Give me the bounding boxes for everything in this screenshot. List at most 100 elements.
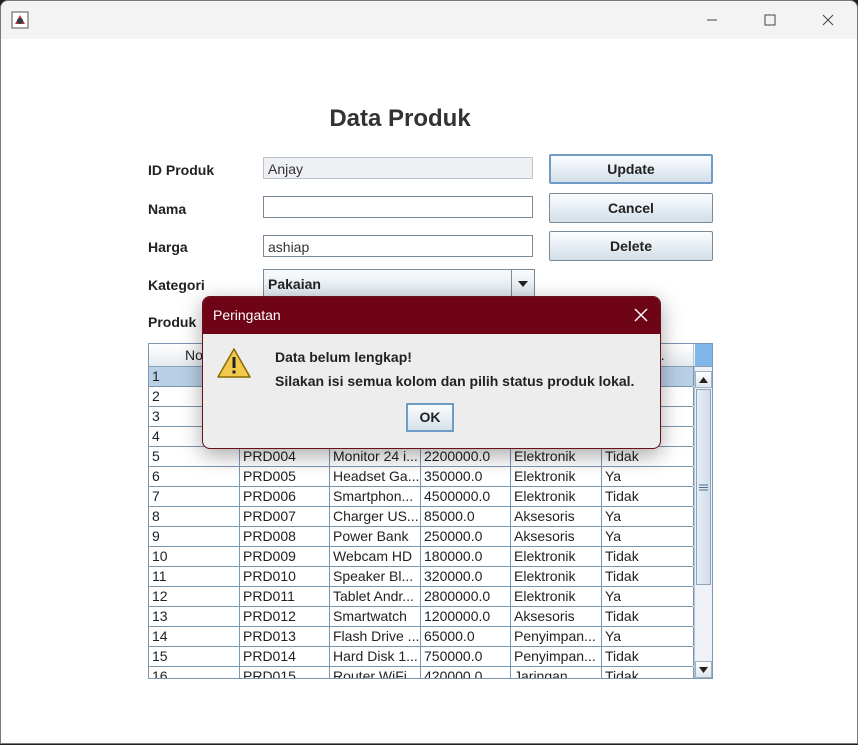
table-row[interactable]: 7 PRD006 Smartphon... 4500000.0 Elektronik Ti… bbox=[149, 487, 694, 507]
table-cell[interactable]: Elektronik bbox=[511, 587, 602, 606]
cancel-button[interactable]: Cancel bbox=[549, 193, 713, 223]
title-bar[interactable] bbox=[1, 1, 857, 39]
table-cell[interactable]: PRD007 bbox=[240, 507, 330, 526]
table-cell[interactable]: Penyimpan... bbox=[511, 647, 602, 666]
table-cell[interactable]: 4500000.0 bbox=[421, 487, 511, 506]
table-row[interactable]: 15 PRD014 Hard Disk 1... 750000.0 Penyimpan.… bbox=[149, 647, 694, 667]
table-cell[interactable]: 7 bbox=[149, 487, 240, 506]
table-cell[interactable]: 2200000.0 bbox=[421, 447, 511, 466]
table-cell[interactable]: 16 bbox=[149, 667, 240, 678]
table-cell[interactable]: Smartwatch bbox=[330, 607, 421, 626]
table-cell[interactable]: Ya bbox=[602, 627, 694, 646]
table-cell[interactable]: Webcam HD bbox=[330, 547, 421, 566]
table-cell[interactable]: 5 bbox=[149, 447, 240, 466]
table-cell[interactable]: Headset Ga... bbox=[330, 467, 421, 486]
table-cell[interactable]: PRD014 bbox=[240, 647, 330, 666]
table-cell[interactable]: Elektronik bbox=[511, 567, 602, 586]
table-cell[interactable]: Aksesoris bbox=[511, 607, 602, 626]
scroll-thumb[interactable] bbox=[696, 389, 711, 585]
table-cell[interactable]: 180000.0 bbox=[421, 547, 511, 566]
table-cell[interactable]: 11 bbox=[149, 567, 240, 586]
table-cell[interactable]: Flash Drive ... bbox=[330, 627, 421, 646]
table-cell[interactable]: Aksesoris bbox=[511, 527, 602, 546]
table-cell[interactable]: 12 bbox=[149, 587, 240, 606]
table-row[interactable]: 13 PRD012 Smartwatch 1200000.0 Aksesoris Tida… bbox=[149, 607, 694, 627]
ok-button[interactable]: OK bbox=[406, 403, 454, 432]
table-cell[interactable]: Tidak bbox=[602, 547, 694, 566]
table-cell[interactable]: Speaker Bl... bbox=[330, 567, 421, 586]
nama-field[interactable] bbox=[263, 196, 533, 218]
table-cell[interactable]: Tidak bbox=[602, 567, 694, 586]
table-cell[interactable]: Tidak bbox=[602, 447, 694, 466]
table-cell[interactable]: PRD008 bbox=[240, 527, 330, 546]
table-cell[interactable]: Monitor 24 i... bbox=[330, 447, 421, 466]
id-produk-field[interactable]: Anjay bbox=[263, 157, 533, 179]
table-row[interactable]: 10 PRD009 Webcam HD 180000.0 Elektronik Tidak bbox=[149, 547, 694, 567]
table-cell[interactable]: Ya bbox=[602, 467, 694, 486]
table-cell[interactable]: Aksesoris bbox=[511, 507, 602, 526]
table-cell[interactable]: Elektronik bbox=[511, 467, 602, 486]
close-window-button[interactable] bbox=[805, 1, 851, 39]
update-button[interactable]: Update bbox=[549, 154, 713, 184]
table-cell[interactable]: Tidak bbox=[602, 607, 694, 626]
kategori-combobox[interactable]: Pakaian bbox=[263, 269, 535, 299]
table-cell[interactable]: Tidak bbox=[602, 647, 694, 666]
table-cell[interactable]: Ya bbox=[602, 507, 694, 526]
table-cell[interactable]: 65000.0 bbox=[421, 627, 511, 646]
table-cell[interactable]: 320000.0 bbox=[421, 567, 511, 586]
table-cell[interactable]: PRD006 bbox=[240, 487, 330, 506]
table-row[interactable]: 9 PRD008 Power Bank 250000.0 Aksesoris Ya bbox=[149, 527, 694, 547]
scroll-up-button[interactable] bbox=[695, 371, 712, 388]
table-cell[interactable]: 9 bbox=[149, 527, 240, 546]
table-cell[interactable]: PRD015 bbox=[240, 667, 330, 678]
table-cell[interactable]: PRD013 bbox=[240, 627, 330, 646]
table-cell[interactable]: Charger US... bbox=[330, 507, 421, 526]
table-cell[interactable]: 14 bbox=[149, 627, 240, 646]
table-cell[interactable]: Smartphon... bbox=[330, 487, 421, 506]
table-cell[interactable]: 750000.0 bbox=[421, 647, 511, 666]
harga-field[interactable]: ashiap bbox=[263, 235, 533, 257]
table-cell[interactable]: Router WiFi bbox=[330, 667, 421, 678]
table-row[interactable]: 16 PRD015 Router WiFi 420000.0 Jaringan Tidak bbox=[149, 667, 694, 678]
delete-button[interactable]: Delete bbox=[549, 231, 713, 261]
vertical-scrollbar[interactable] bbox=[694, 367, 712, 678]
table-cell[interactable]: 8 bbox=[149, 507, 240, 526]
maximize-button[interactable] bbox=[747, 1, 793, 39]
minimize-button[interactable] bbox=[689, 1, 735, 39]
dialog-title-bar[interactable]: Peringatan bbox=[203, 297, 660, 334]
table-cell[interactable]: Tablet Andr... bbox=[330, 587, 421, 606]
table-cell[interactable]: PRD005 bbox=[240, 467, 330, 486]
table-cell[interactable]: 350000.0 bbox=[421, 467, 511, 486]
table-cell[interactable]: Ya bbox=[602, 587, 694, 606]
table-row[interactable]: 6 PRD005 Headset Ga... 350000.0 Elektronik Ya bbox=[149, 467, 694, 487]
table-cell[interactable]: Power Bank bbox=[330, 527, 421, 546]
table-cell[interactable]: PRD012 bbox=[240, 607, 330, 626]
table-cell[interactable]: Penyimpan... bbox=[511, 627, 602, 646]
table-cell[interactable]: 10 bbox=[149, 547, 240, 566]
table-cell[interactable]: 15 bbox=[149, 647, 240, 666]
table-row[interactable]: 14 PRD013 Flash Drive ... 65000.0 Penyimpan.… bbox=[149, 627, 694, 647]
table-cell[interactable]: PRD009 bbox=[240, 547, 330, 566]
table-cell[interactable]: Hard Disk 1... bbox=[330, 647, 421, 666]
table-row[interactable]: 11 PRD010 Speaker Bl... 320000.0 Elektronik T… bbox=[149, 567, 694, 587]
table-cell[interactable]: 13 bbox=[149, 607, 240, 626]
table-row[interactable]: 12 PRD011 Tablet Andr... 2800000.0 Elektroni… bbox=[149, 587, 694, 607]
table-cell[interactable]: Jaringan bbox=[511, 667, 602, 678]
table-row[interactable]: 5 PRD004 Monitor 24 i... 2200000.0 Elektroni… bbox=[149, 447, 694, 467]
table-cell[interactable]: Ya bbox=[602, 527, 694, 546]
table-row[interactable]: 8 PRD007 Charger US... 85000.0 Aksesoris Ya bbox=[149, 507, 694, 527]
table-cell[interactable]: Elektronik bbox=[511, 547, 602, 566]
table-cell[interactable]: Elektronik bbox=[511, 447, 602, 466]
table-cell[interactable]: Tidak bbox=[602, 487, 694, 506]
table-cell[interactable]: 1200000.0 bbox=[421, 607, 511, 626]
table-cell[interactable]: 85000.0 bbox=[421, 507, 511, 526]
scroll-down-button[interactable] bbox=[695, 661, 712, 678]
table-cell[interactable]: 250000.0 bbox=[421, 527, 511, 546]
table-cell[interactable]: PRD010 bbox=[240, 567, 330, 586]
dropdown-arrow-button[interactable] bbox=[511, 270, 534, 298]
table-cell[interactable]: Tidak bbox=[602, 667, 694, 678]
table-cell[interactable]: 420000.0 bbox=[421, 667, 511, 678]
table-cell[interactable]: 6 bbox=[149, 467, 240, 486]
table-cell[interactable]: Elektronik bbox=[511, 487, 602, 506]
table-cell[interactable]: PRD004 bbox=[240, 447, 330, 466]
